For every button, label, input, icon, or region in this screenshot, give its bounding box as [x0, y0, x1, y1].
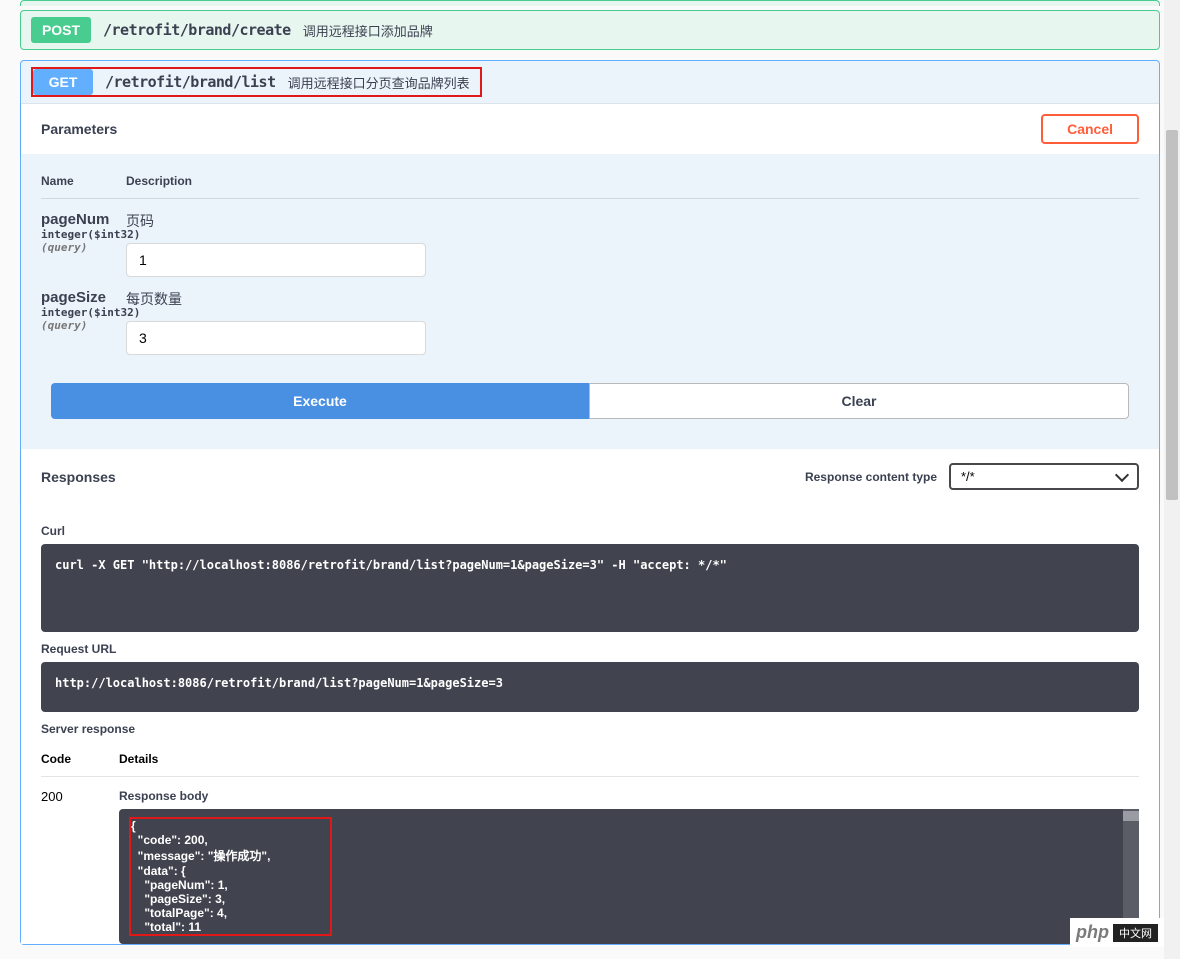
param-desc-cell: 每页数量 [126, 289, 1139, 355]
content-type-wrap: Response content type */* [805, 463, 1139, 490]
param-row: pageSize integer($int32) (query) 每页数量 [41, 277, 1139, 355]
endpoint-path: /retrofit/brand/create [103, 21, 291, 39]
param-in: (query) [41, 241, 126, 254]
execute-button[interactable]: Execute [51, 383, 589, 419]
responses-header: Responses Response content type */* [21, 449, 1159, 504]
col-desc: Description [126, 174, 1139, 188]
param-table-header: Name Description [41, 164, 1139, 199]
param-desc: 页码 [126, 211, 1139, 231]
request-url-label: Request URL [41, 642, 1139, 656]
request-url-box[interactable]: http://localhost:8086/retrofit/brand/lis… [41, 662, 1139, 712]
curl-box[interactable]: curl -X GET "http://localhost:8086/retro… [41, 544, 1139, 632]
responses-title: Responses [41, 469, 116, 485]
endpoint-header[interactable]: POST /retrofit/brand/create 调用远程接口添加品牌 [21, 11, 1159, 49]
method-badge-post: POST [31, 17, 91, 43]
endpoint-summary: 调用远程接口分页查询品牌列表 [288, 73, 470, 92]
method-badge-get: GET [33, 69, 93, 95]
param-desc-cell: 页码 [126, 211, 1139, 277]
col-name: Name [41, 174, 126, 188]
parameters-header: Parameters Cancel [21, 104, 1159, 154]
curl-label: Curl [41, 524, 1139, 538]
button-row: Execute Clear [41, 383, 1139, 419]
param-name: pageNum [41, 211, 126, 228]
parameters-section: Name Description pageNum integer($int32)… [21, 154, 1159, 449]
param-name: pageSize [41, 289, 126, 306]
endpoint-post[interactable]: POST /retrofit/brand/create 调用远程接口添加品牌 [20, 10, 1160, 50]
cancel-button[interactable]: Cancel [1041, 114, 1139, 144]
param-type: integer($int32) [41, 228, 126, 241]
endpoint-summary: 调用远程接口添加品牌 [303, 21, 433, 40]
response-body-label: Response body [119, 789, 1139, 803]
endpoint-border-top [20, 0, 1160, 6]
watermark: php 中文网 [1070, 918, 1164, 947]
param-input-pagesize[interactable] [126, 321, 426, 355]
content-type-select[interactable]: */* [949, 463, 1139, 490]
clear-button[interactable]: Clear [589, 383, 1129, 419]
content-type-label: Response content type [805, 470, 937, 484]
param-name-cell: pageSize integer($int32) (query) [41, 289, 126, 355]
highlight-box: GET /retrofit/brand/list 调用远程接口分页查询品牌列表 [31, 67, 482, 97]
watermark-cn: 中文网 [1113, 924, 1158, 942]
response-row: 200 Response body { "code": 200, "messag… [41, 777, 1139, 944]
col-details: Details [119, 752, 1139, 766]
param-input-pagenum[interactable] [126, 243, 426, 277]
highlight-json: { "code": 200, "message": "操作成功", "data"… [129, 817, 332, 936]
watermark-php: php [1076, 922, 1109, 943]
param-row: pageNum integer($int32) (query) 页码 [41, 199, 1139, 277]
responses-body: Curl curl -X GET "http://localhost:8086/… [21, 504, 1159, 944]
endpoint-body: Parameters Cancel Name Description pageN… [21, 103, 1159, 944]
response-details: Response body { "code": 200, "message": … [119, 789, 1139, 944]
page-scrollbar-track[interactable] [1164, 0, 1180, 959]
endpoint-header[interactable]: GET /retrofit/brand/list 调用远程接口分页查询品牌列表 [21, 61, 1159, 103]
param-type: integer($int32) [41, 306, 126, 319]
endpoint-get: GET /retrofit/brand/list 调用远程接口分页查询品牌列表 … [20, 60, 1160, 945]
page-scrollbar-thumb[interactable] [1166, 130, 1178, 500]
param-in: (query) [41, 319, 126, 332]
response-code: 200 [41, 789, 119, 944]
server-response-label: Server response [41, 722, 1139, 736]
col-code: Code [41, 752, 119, 766]
json-scrollbar-thumb[interactable] [1123, 811, 1139, 821]
endpoint-path: /retrofit/brand/list [105, 73, 276, 91]
response-table-header: Code Details [41, 742, 1139, 777]
parameters-title: Parameters [41, 121, 117, 137]
response-body-box[interactable]: { "code": 200, "message": "操作成功", "data"… [119, 809, 1139, 944]
param-desc: 每页数量 [126, 289, 1139, 309]
param-name-cell: pageNum integer($int32) (query) [41, 211, 126, 277]
